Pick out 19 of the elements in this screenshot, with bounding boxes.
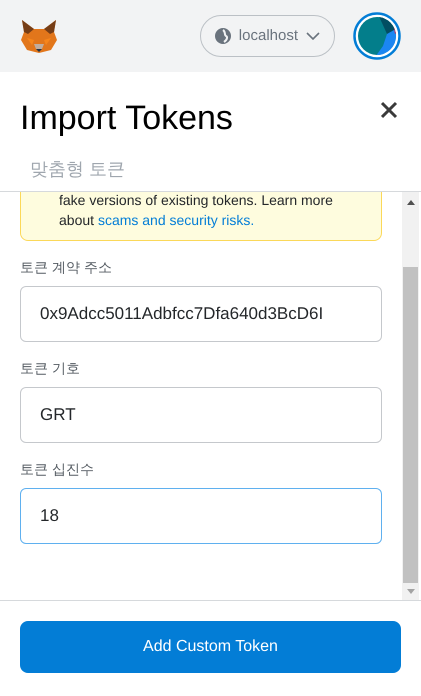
- account-avatar[interactable]: [353, 12, 401, 60]
- network-dropdown[interactable]: localhost: [200, 15, 335, 57]
- input-field[interactable]: GRT: [20, 387, 382, 443]
- tab[interactable]: 맞춤형 토큰: [30, 156, 126, 183]
- globe-icon: [214, 28, 231, 44]
- chevron-down-icon: [306, 32, 320, 40]
- scroll-up-icon[interactable]: [406, 200, 414, 205]
- page-title: Import Tokens: [20, 98, 233, 139]
- fox-logo-icon: [20, 18, 58, 54]
- field-label: 토큰 십진수: [20, 460, 95, 479]
- input-field[interactable]: 18: [20, 488, 382, 544]
- field-label: 토큰 기호: [20, 359, 81, 378]
- field-label: 토큰 계약 주소: [20, 258, 113, 277]
- scrollbar[interactable]: [402, 192, 419, 600]
- input-field[interactable]: 0x9Adcc5011Adbfcc7Dfa640d3BcD6I: [20, 286, 382, 342]
- warning-text: fake versions of existing tokens. Learn more about scams and security risks.: [59, 192, 334, 230]
- scams-link[interactable]: scams and security risks.: [98, 212, 254, 228]
- add-custom-token-button[interactable]: Add Custom Token: [20, 621, 401, 673]
- close-icon[interactable]: [379, 100, 399, 120]
